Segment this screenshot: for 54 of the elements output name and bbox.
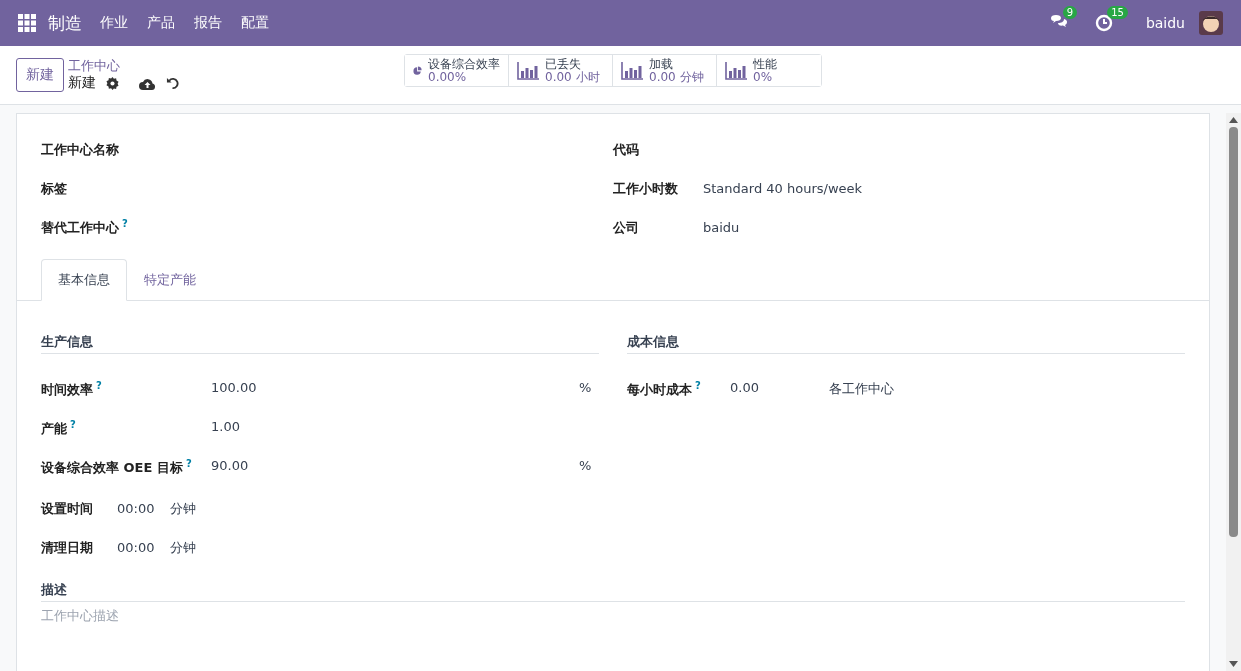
field-label: 清理日期 [41,538,94,557]
menu-item[interactable]: 作业 [100,14,128,32]
section-title: 成本信息 [627,333,1185,354]
field-label: 公司 [613,218,640,237]
breadcrumb-link[interactable]: 工作中心 [68,58,179,74]
field-label: 每小时成本 $^{?}$ [627,380,702,400]
field-label: 设置时间 [41,499,94,518]
unit-label: 各工作中心 [829,380,894,398]
settings-icon[interactable] [106,76,119,90]
field-value[interactable]: baidu [703,220,740,235]
undo-icon[interactable] [166,76,179,90]
unit-label: 分钟 [170,499,196,518]
bar-chart-icon [621,61,643,80]
apps-menu-icon[interactable] [18,14,36,32]
field-value[interactable]: 90.00 [211,458,579,473]
field-label: 设备综合效率 OEE 目标 $^{?}$ [41,458,193,478]
notification-badge: 9 [1062,6,1078,19]
field-label: 时间效率 $^{?}$ [41,380,103,400]
new-button[interactable]: 新建 [16,58,64,92]
field-value[interactable]: 0.00 [730,380,829,400]
menu-item[interactable]: 报告 [194,14,222,32]
user-name[interactable]: baidu [1145,15,1185,31]
unit-label: % [579,458,593,473]
clock-icon[interactable] [1095,14,1114,32]
field-value[interactable]: 100.00 [211,380,579,395]
avatar-icon[interactable] [1199,11,1223,35]
record-title: 新建 [68,74,96,92]
scroll-up-icon[interactable] [1229,117,1238,123]
unit-label: 分钟 [170,538,196,557]
field-label: 替代工作中心 $^{?}$ [41,217,129,238]
cloud-upload-icon[interactable] [139,76,156,90]
unit-label: % [579,380,593,395]
bar-chart-icon [517,61,539,80]
field-value[interactable]: 00:00 [117,501,170,516]
tab[interactable]: 特定产能 [127,259,213,301]
field-value[interactable]: Standard 40 hours/week [703,181,863,196]
field-label: 产能 $^{?}$ [41,419,77,439]
menu-item[interactable]: 产品 [147,14,175,32]
scroll-down-icon[interactable] [1229,661,1238,667]
section-title: 生产信息 [41,333,599,354]
notification-badge: 15 [1107,6,1128,19]
scrollbar[interactable] [1226,113,1241,671]
field-label: 标签 [41,179,68,198]
field-value[interactable]: 00:00 [117,540,170,555]
field-label: 代码 [613,140,640,159]
menu-item[interactable]: 配置 [241,14,269,32]
app-title[interactable]: 制造 [48,11,82,35]
tab[interactable]: 基本信息 [41,259,127,301]
stat-button[interactable]: 设备综合效率 0.00% [405,55,509,86]
field-label: 工作小时数 [613,179,679,198]
field-value[interactable]: 1.00 [211,419,599,434]
section-title: 描述 [41,581,1185,602]
bar-chart-icon [725,61,747,80]
field-label: 工作中心名称 [41,140,120,159]
